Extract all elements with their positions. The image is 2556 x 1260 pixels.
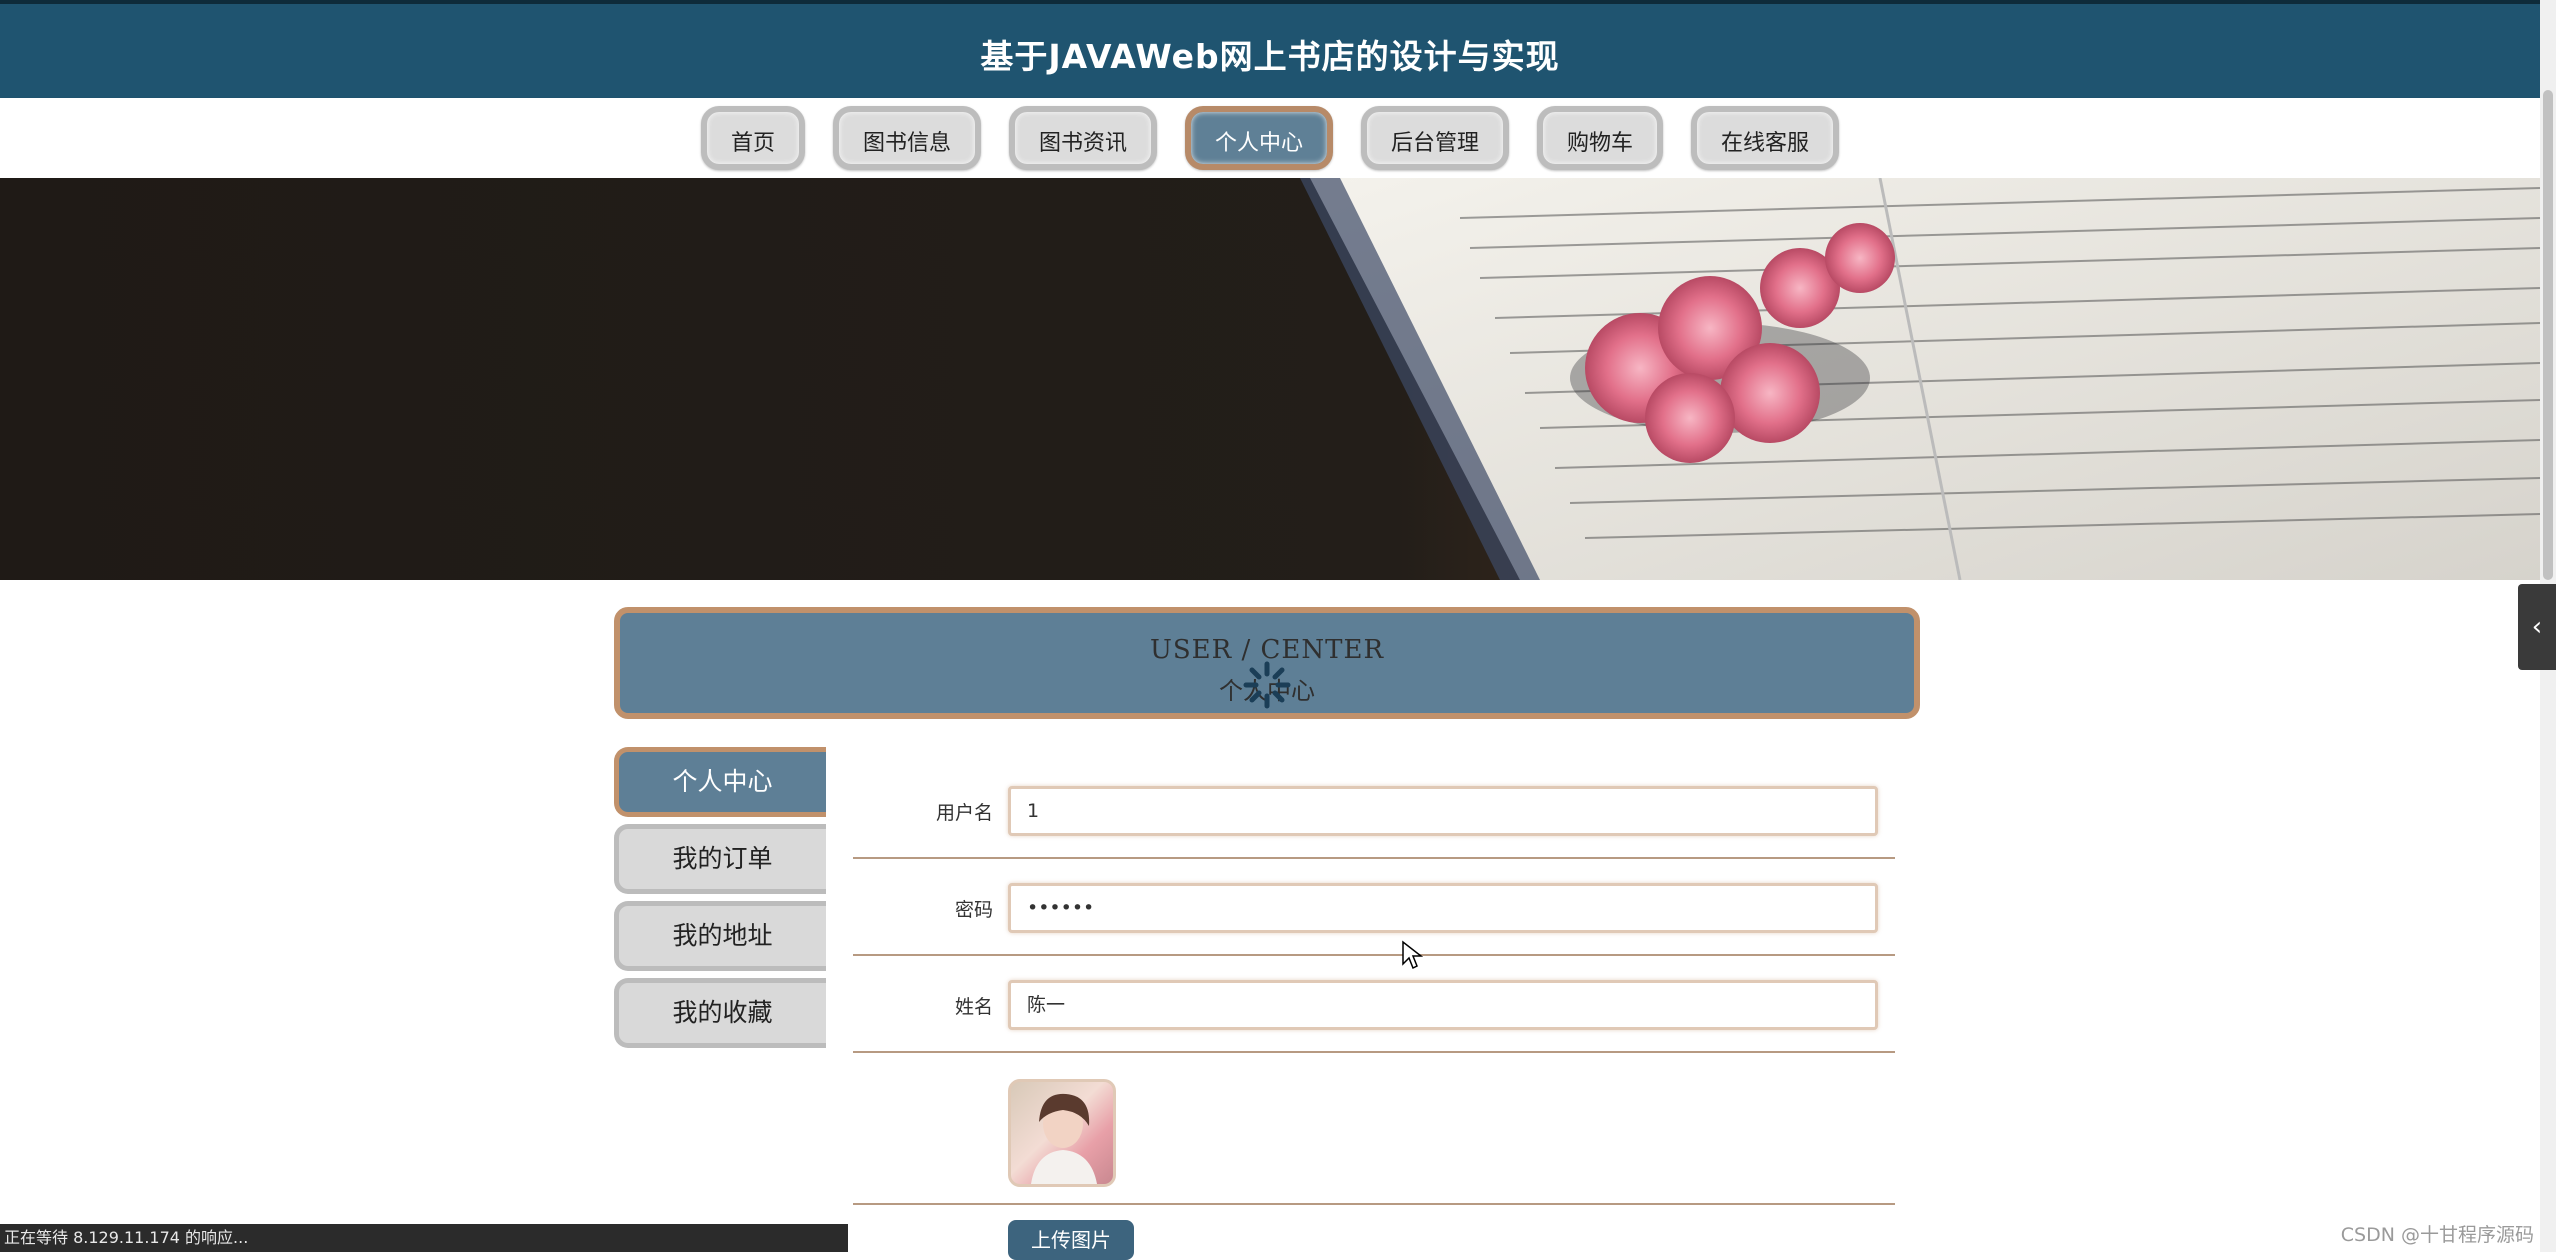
hero-banner — [0, 178, 2540, 580]
nav-cart[interactable]: 购物车 — [1537, 106, 1664, 170]
password-input[interactable]: •••••• — [1008, 883, 1878, 933]
upload-label: 上传图片 — [1031, 1228, 1111, 1252]
form-row-username: 用户名 1 — [853, 762, 1895, 859]
mouse-cursor-icon — [1402, 940, 1423, 970]
profile-form: 用户名 1 密码 •••••• 姓名 陈一 — [853, 762, 1895, 1205]
form-row-name: 姓名 陈一 — [853, 956, 1895, 1053]
browser-status-bar: 正在等待 8.129.11.174 的响应... — [0, 1224, 848, 1252]
scrollbar-thumb[interactable] — [2543, 90, 2553, 580]
chevron-left-icon: ‹ — [2531, 612, 2543, 642]
banner-image — [1300, 178, 2540, 580]
username-label: 用户名 — [935, 802, 993, 824]
main-nav: 首页 图书信息 图书资讯 个人中心 后台管理 购物车 在线客服 — [0, 98, 2540, 178]
nav-support[interactable]: 在线客服 — [1691, 106, 1840, 170]
name-label: 姓名 — [954, 996, 993, 1018]
avatar-image — [1031, 1093, 1097, 1184]
collapse-panel-button[interactable]: ‹ — [2518, 584, 2556, 670]
password-label: 密码 — [954, 899, 993, 921]
sidebar-item-orders[interactable]: 我的订单 — [614, 824, 826, 894]
site-title: 基于JAVAWeb网上书店的设计与实现 — [980, 37, 1560, 76]
loading-spinner-icon — [1243, 661, 1291, 709]
site-header: 基于JAVAWeb网上书店的设计与实现 — [0, 0, 2540, 98]
user-sidebar: 个人中心 我的订单 我的地址 我的收藏 — [614, 747, 826, 1055]
sidebar-item-user-center[interactable]: 个人中心 — [614, 747, 826, 817]
upload-image-button[interactable]: 上传图片 — [1008, 1220, 1134, 1260]
nav-user-center[interactable]: 个人中心 — [1184, 106, 1333, 170]
sidebar-item-addresses[interactable]: 我的地址 — [614, 901, 826, 971]
nav-admin[interactable]: 后台管理 — [1361, 106, 1510, 170]
nav-book-news[interactable]: 图书资讯 — [1008, 106, 1157, 170]
form-row-password: 密码 •••••• — [853, 859, 1895, 956]
nav-list: 首页 图书信息 图书资讯 个人中心 后台管理 购物车 在线客服 — [0, 106, 2540, 170]
username-input[interactable]: 1 — [1008, 786, 1878, 836]
nav-book-info[interactable]: 图书信息 — [832, 106, 981, 170]
name-input[interactable]: 陈一 — [1008, 980, 1878, 1030]
nav-home[interactable]: 首页 — [700, 106, 805, 170]
sidebar-item-favorites[interactable]: 我的收藏 — [614, 978, 826, 1048]
form-row-avatar — [853, 1053, 1895, 1205]
watermark: CSDN @十甘程序源码 — [2340, 1224, 2534, 1246]
avatar[interactable] — [1008, 1079, 1116, 1187]
